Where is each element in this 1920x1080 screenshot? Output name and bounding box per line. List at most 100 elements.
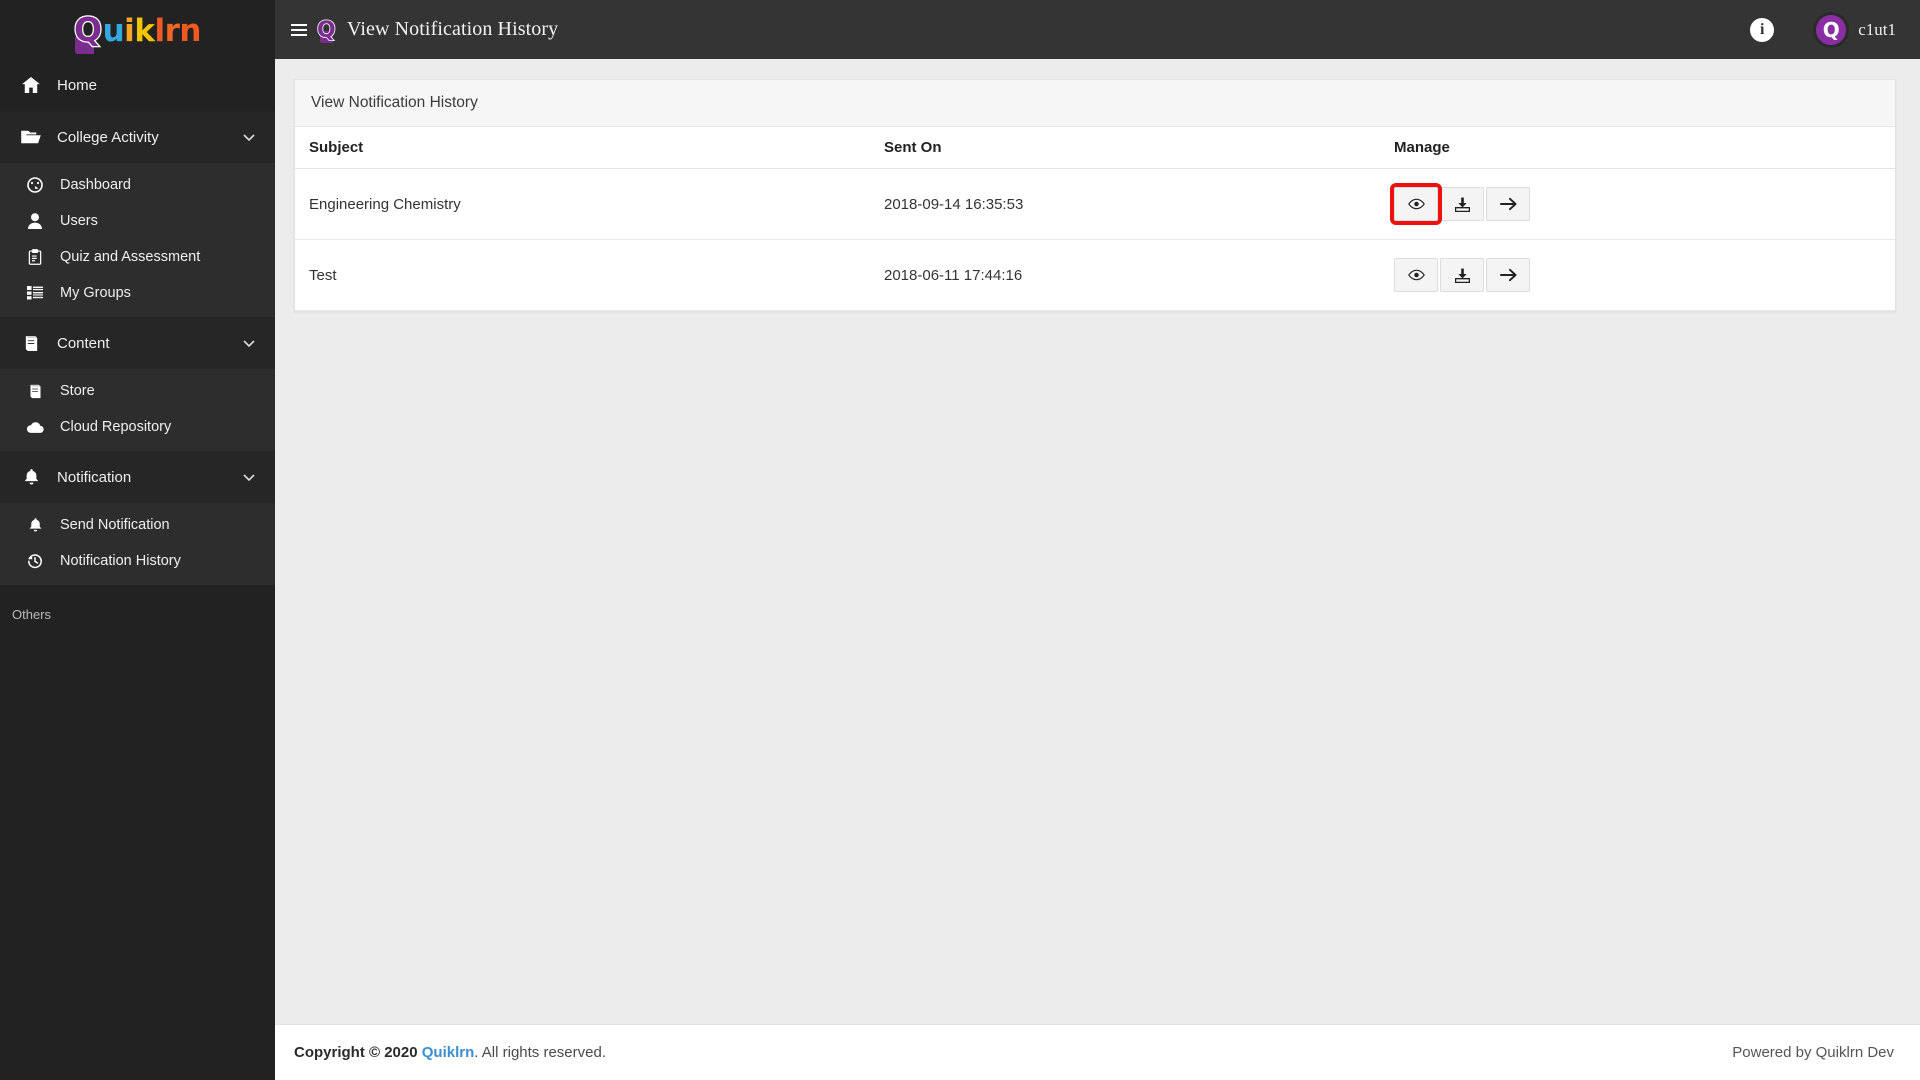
sidebar-item-users[interactable]: Users	[0, 203, 275, 239]
download-icon	[1454, 268, 1470, 283]
cell-sent-on: 2018-09-14 16:35:53	[870, 168, 1380, 240]
cloud-icon	[22, 421, 48, 434]
card-title: View Notification History	[295, 80, 1895, 127]
chevron-down-icon	[243, 470, 255, 485]
sidebar-item-label: Cloud Repository	[60, 419, 172, 435]
logo-letter-k: k	[134, 13, 155, 49]
topbar-logo-letter: Q	[316, 17, 336, 44]
bell-icon	[22, 517, 48, 533]
sidebar-item-label: College Activity	[57, 128, 159, 146]
hamburger-icon[interactable]	[287, 20, 311, 40]
column-header-subject: Subject	[295, 127, 870, 169]
chevron-down-icon	[243, 130, 255, 145]
username-label[interactable]: c1ut1	[1858, 20, 1896, 40]
sidebar-item-label: Send Notification	[60, 517, 170, 533]
sidebar-item-send-notification[interactable]: Send Notification	[0, 503, 275, 543]
sidebar-item-quiz-and-assessment[interactable]: Quiz and Assessment	[0, 239, 275, 275]
sidebar-item-label: My Groups	[60, 285, 131, 301]
eye-icon	[1407, 269, 1425, 281]
eye-icon	[1407, 198, 1425, 210]
sidebar-nav: Home College Activity Dashboard Users Qu…	[0, 59, 275, 1080]
sidebar-item-college-activity[interactable]: College Activity	[0, 111, 275, 163]
avatar[interactable]: Q	[1816, 14, 1847, 45]
footer: Copyright © 2020 Quiklrn. All rights res…	[275, 1024, 1920, 1080]
row-action-group	[1390, 183, 1895, 225]
cell-manage	[1380, 239, 1895, 311]
bell-icon	[14, 468, 48, 486]
sidebar-subgroup-college-activity: Dashboard Users Quiz and Assessment My G…	[0, 163, 275, 317]
sidebar-item-my-groups[interactable]: My Groups	[0, 275, 275, 317]
sidebar-item-cloud-repository[interactable]: Cloud Repository	[0, 409, 275, 451]
view-button[interactable]	[1390, 183, 1442, 225]
sidebar-subgroup-notification: Send Notification Notification History	[0, 503, 275, 585]
forward-button[interactable]	[1486, 258, 1530, 292]
main-content: View Notification History Subject Sent O…	[275, 59, 1920, 1024]
logo-letter-n: n	[179, 13, 201, 49]
clipboard-check-icon	[22, 249, 48, 265]
arrow-right-icon	[1499, 197, 1517, 211]
brand-logo-text: Q uiklrn	[73, 9, 201, 54]
table-header: Subject Sent On Manage	[295, 127, 1895, 169]
column-header-sent-on: Sent On	[870, 127, 1380, 169]
table-body: Engineering Chemistry 2018-09-14 16:35:5…	[295, 168, 1895, 311]
topbar: Q View Notification History i Q c1ut1	[275, 0, 1920, 59]
sidebar-item-label: Home	[57, 76, 98, 94]
sidebar-section-others: Others	[12, 607, 52, 622]
download-button[interactable]	[1440, 187, 1484, 221]
sidebar-item-label: Dashboard	[60, 177, 131, 193]
logo-q-mark: Q	[73, 9, 104, 54]
footer-brand-link[interactable]: Quiklrn	[422, 1044, 475, 1061]
sidebar-item-notification[interactable]: Notification	[0, 451, 275, 503]
logo-letter-i: i	[124, 13, 135, 49]
table-row: Test 2018-06-11 17:44:16	[295, 239, 1895, 311]
notification-history-card: View Notification History Subject Sent O…	[294, 79, 1896, 312]
arrow-right-icon	[1499, 268, 1517, 282]
sidebar-item-notification-history[interactable]: Notification History	[0, 543, 275, 585]
book-icon	[22, 384, 48, 399]
row-action-group	[1394, 258, 1895, 292]
list-icon	[22, 286, 48, 300]
sidebar-item-label: Content	[57, 334, 110, 352]
notification-history-table: Subject Sent On Manage Engineering Chemi…	[295, 127, 1895, 311]
info-icon[interactable]: i	[1750, 17, 1775, 42]
logo-letter-l: l	[154, 13, 165, 49]
sidebar: Q uiklrn Home College Activity Dashboard…	[0, 0, 275, 1080]
brand-logo[interactable]: Q uiklrn	[0, 0, 275, 59]
sidebar-item-label: Notification History	[60, 553, 181, 569]
home-icon	[14, 77, 48, 93]
user-icon	[22, 213, 48, 229]
table-header-row: Subject Sent On Manage	[295, 127, 1895, 169]
sidebar-item-label: Quiz and Assessment	[60, 249, 201, 265]
dashboard-icon	[22, 177, 48, 193]
folder-open-icon	[14, 129, 48, 145]
footer-copyright-prefix: Copyright © 2020	[294, 1044, 422, 1061]
page-title: View Notification History	[347, 18, 559, 40]
history-icon	[22, 553, 48, 569]
cell-manage	[1380, 168, 1895, 240]
download-button[interactable]	[1440, 258, 1484, 292]
forward-button[interactable]	[1486, 187, 1530, 221]
app-root: Q uiklrn Home College Activity Dashboard…	[0, 0, 1920, 1080]
download-icon	[1454, 197, 1470, 212]
logo-q-letter: Q	[73, 9, 104, 51]
sidebar-item-content[interactable]: Content	[0, 317, 275, 369]
book-icon	[14, 335, 48, 352]
topbar-logo-icon: Q	[316, 17, 337, 44]
logo-letter-r: r	[164, 13, 180, 49]
footer-powered-by: Powered by Quiklrn Dev	[1732, 1044, 1894, 1061]
chevron-down-icon	[243, 336, 255, 351]
table-row: Engineering Chemistry 2018-09-14 16:35:5…	[295, 168, 1895, 240]
column-header-manage: Manage	[1380, 127, 1895, 169]
sidebar-item-dashboard[interactable]: Dashboard	[0, 163, 275, 203]
logo-letter-u: u	[102, 13, 125, 49]
cell-sent-on: 2018-06-11 17:44:16	[870, 239, 1380, 311]
sidebar-item-label: Users	[60, 213, 98, 229]
view-button[interactable]	[1394, 258, 1438, 292]
sidebar-item-store[interactable]: Store	[0, 369, 275, 409]
footer-copyright-suffix: . All rights reserved.	[474, 1044, 606, 1061]
main-column: Q View Notification History i Q c1ut1 Vi…	[275, 0, 1920, 1080]
footer-copyright: Copyright © 2020 Quiklrn. All rights res…	[294, 1044, 606, 1061]
cell-subject: Test	[295, 239, 870, 311]
sidebar-item-home[interactable]: Home	[0, 59, 275, 111]
sidebar-item-label: Store	[60, 383, 95, 399]
